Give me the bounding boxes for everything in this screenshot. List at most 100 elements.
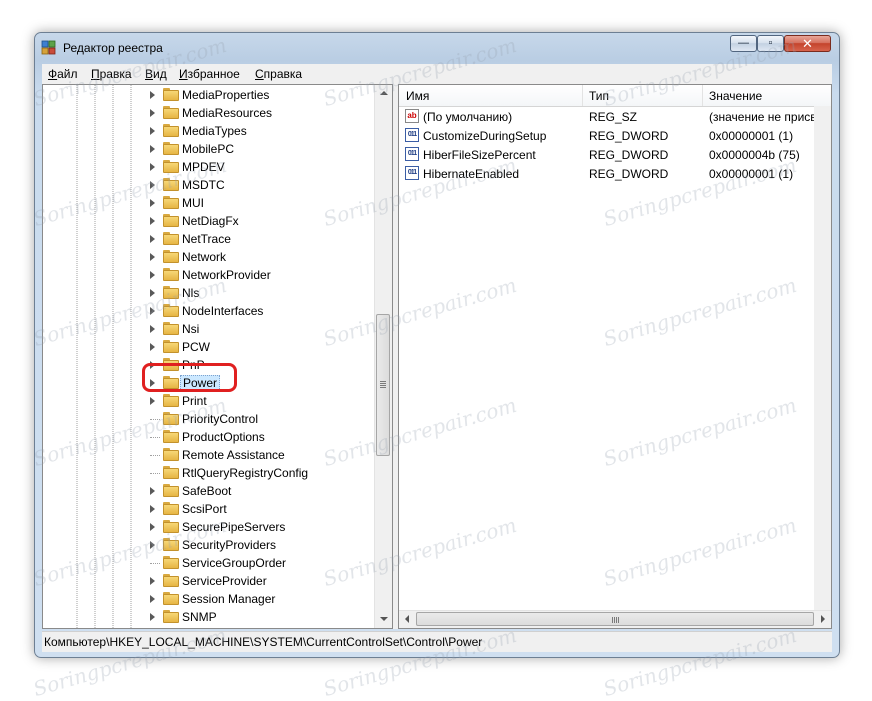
folder-icon [163,286,179,299]
scroll-down-button[interactable] [375,611,392,628]
expand-arrow-icon[interactable] [150,235,155,243]
tree-item[interactable]: NetworkProvider [43,266,373,284]
tree-item-label: ProductOptions [182,430,265,444]
expand-arrow-icon[interactable] [150,289,155,297]
tree-item-label: NodeInterfaces [182,304,264,318]
expand-arrow-icon[interactable] [150,217,155,225]
tree-item[interactable]: MediaProperties [43,86,373,104]
tree-item[interactable]: MSDTC [43,176,373,194]
menu-item[interactable]: Правка [91,67,132,81]
column-value[interactable]: Значение [709,89,762,103]
tree-item-label: MPDEV [182,160,225,174]
tree-item[interactable]: Nls [43,284,373,302]
expand-arrow-icon[interactable] [150,541,155,549]
arrow-left-icon[interactable] [405,615,409,623]
expand-arrow-icon[interactable] [150,127,155,135]
tree-item[interactable]: ScsiPort [43,500,373,518]
registry-editor-icon [41,40,56,55]
menu-item[interactable]: Справка [255,67,302,81]
tree-item[interactable]: MediaResources [43,104,373,122]
menu-item-mnemonic: Ф [48,67,58,81]
tree-item[interactable]: MPDEV [43,158,373,176]
close-button[interactable]: ✕ [784,35,831,52]
expand-arrow-icon[interactable] [150,487,155,495]
menu-item[interactable]: Вид [145,67,167,81]
tree-connector [150,563,160,564]
tree-item[interactable]: SecurePipeServers [43,518,373,536]
arrow-right-icon[interactable] [821,615,825,623]
tree-item[interactable]: SafeBoot [43,482,373,500]
expand-arrow-icon[interactable] [150,271,155,279]
values-list[interactable]: Имя Тип Значение ab (По умолчанию) REG_SZ(… [398,84,832,629]
value-row[interactable]: 011 CustomizeDuringSetup REG_DWORD 0x000000… [399,126,831,145]
column-divider[interactable] [582,85,583,106]
expand-arrow-icon[interactable] [150,505,155,513]
expand-arrow-icon[interactable] [150,91,155,99]
hscroll-thumb[interactable] [416,612,814,626]
tree-item[interactable]: MediaTypes [43,122,373,140]
expand-arrow-icon[interactable] [150,397,155,405]
expand-arrow-icon[interactable] [150,199,155,207]
tree-item[interactable]: RtlQueryRegistryConfig [43,464,373,482]
menu-item[interactable]: Избранное [179,67,240,81]
scroll-up-button[interactable] [375,85,392,102]
tree-item[interactable]: Session Manager [43,590,373,608]
column-divider[interactable] [702,85,703,106]
tree-item[interactable]: ServiceProvider [43,572,373,590]
tree-item[interactable]: MobilePC [43,140,373,158]
title-bar[interactable]: Редактор реестра — ▫ ✕ [35,33,839,61]
expand-arrow-icon[interactable] [150,307,155,315]
status-path: Компьютер\HKEY_LOCAL_MACHINE\SYSTEM\Curr… [44,635,483,649]
value-name: HiberFileSizePercent [423,148,536,162]
folder-icon [163,538,179,551]
tree-item[interactable]: MUI [43,194,373,212]
value-row[interactable]: 011 HiberFileSizePercent REG_DWORD 0x000000… [399,145,831,164]
value-row[interactable]: 011 HibernateEnabled REG_DWORD 0x00000001 (… [399,164,831,183]
expand-arrow-icon[interactable] [150,181,155,189]
tree-item[interactable]: PriorityControl [43,410,373,428]
expand-arrow-icon[interactable] [150,109,155,117]
folder-icon [163,574,179,587]
expand-arrow-icon[interactable] [150,253,155,261]
key-tree[interactable]: MediaProperties MediaResources MediaTypes M… [42,84,393,629]
scroll-thumb[interactable] [376,314,390,456]
column-name[interactable]: Имя [406,89,429,103]
tree-item-label: MobilePC [182,142,235,156]
expand-arrow-icon[interactable] [150,145,155,153]
tree-item[interactable]: Network [43,248,373,266]
tree-item-label: Remote Assistance [182,448,285,462]
tree-item[interactable]: SecurityProviders [43,536,373,554]
tree-item[interactable]: Nsi [43,320,373,338]
tree-item[interactable]: SNMP [43,608,373,626]
expand-arrow-icon[interactable] [150,613,155,621]
tree-item-label: NetworkProvider [182,268,271,282]
expand-arrow-icon[interactable] [150,163,155,171]
expand-arrow-icon[interactable] [150,325,155,333]
list-horizontal-scrollbar[interactable] [399,610,831,628]
tree-item[interactable]: Remote Assistance [43,446,373,464]
tree-item[interactable]: PCW [43,338,373,356]
value-row[interactable]: ab (По умолчанию) REG_SZ (значение не присв… [399,107,831,126]
tree-item-label: ServiceGroupOrder [182,556,287,570]
expand-arrow-icon[interactable] [150,523,155,531]
tree-item[interactable]: Print [43,392,373,410]
tree-item[interactable]: NetTrace [43,230,373,248]
menu-item[interactable]: Файл [48,67,78,81]
expand-arrow-icon[interactable] [150,577,155,585]
tree-vertical-scrollbar[interactable] [374,85,392,628]
folder-icon [163,340,179,353]
tree-item[interactable]: ServiceGroupOrder [43,554,373,572]
expand-arrow-icon[interactable] [150,595,155,603]
menu-item-label: равка [99,67,132,81]
tree-connector [150,419,160,420]
expand-arrow-icon[interactable] [150,343,155,351]
column-type[interactable]: Тип [589,89,609,103]
tree-item[interactable]: ProductOptions [43,428,373,446]
minimize-button[interactable]: — [730,35,757,52]
maximize-button[interactable]: ▫ [757,35,784,52]
folder-icon [163,610,179,623]
tree-item[interactable]: NetDiagFx [43,212,373,230]
folder-icon [163,484,179,497]
tree-item[interactable]: NodeInterfaces [43,302,373,320]
tree-item-label: MediaResources [182,106,273,120]
